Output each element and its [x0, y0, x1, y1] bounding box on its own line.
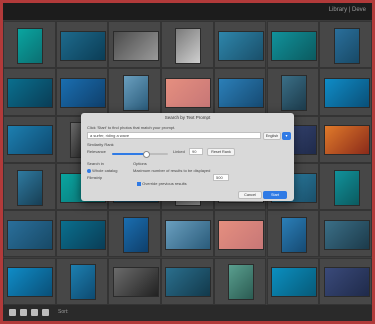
- grid-cell[interactable]: [3, 210, 56, 258]
- grid-cell[interactable]: [319, 68, 372, 116]
- rank-value: 90: [192, 149, 197, 154]
- photo-thumbnail[interactable]: [229, 265, 254, 300]
- photo-thumbnail[interactable]: [271, 268, 316, 297]
- linked-label: Linked: [173, 149, 185, 154]
- similarity-label: Similarity Rank: [87, 142, 114, 147]
- top-bar: Library | Deve: [3, 3, 372, 20]
- photo-thumbnail[interactable]: [166, 268, 211, 297]
- grid-cell[interactable]: [108, 257, 162, 305]
- grid-cell[interactable]: [55, 68, 109, 116]
- search-in-label: Search in: [87, 161, 104, 166]
- grid-cell[interactable]: [161, 257, 214, 305]
- photo-thumbnail[interactable]: [281, 217, 306, 252]
- max-results-value: 500: [216, 175, 223, 180]
- grid-cell[interactable]: [161, 210, 214, 258]
- grid-cell[interactable]: [213, 257, 267, 305]
- grid-cell[interactable]: [213, 210, 267, 258]
- grid-cell[interactable]: [3, 68, 56, 116]
- grid-view-icon[interactable]: [9, 309, 16, 316]
- grid-cell[interactable]: [319, 162, 372, 211]
- photo-thumbnail[interactable]: [324, 220, 369, 249]
- options-label: Options: [133, 161, 147, 166]
- reset-rank-button[interactable]: Reset Rank: [207, 148, 235, 156]
- filmstrip-radio[interactable]: Filmstrip: [87, 175, 102, 180]
- photo-thumbnail[interactable]: [8, 126, 53, 155]
- photo-thumbnail[interactable]: [334, 28, 359, 63]
- relevance-slider[interactable]: [112, 151, 168, 158]
- photo-thumbnail[interactable]: [176, 28, 201, 63]
- sort-label[interactable]: Sort:: [58, 309, 69, 315]
- photo-thumbnail[interactable]: [18, 28, 43, 63]
- photo-thumbnail[interactable]: [8, 220, 53, 249]
- grid-cell[interactable]: [55, 257, 109, 305]
- grid-cell[interactable]: [55, 210, 109, 258]
- photo-thumbnail[interactable]: [61, 220, 106, 249]
- photo-thumbnail[interactable]: [18, 170, 43, 205]
- photo-thumbnail[interactable]: [324, 78, 369, 107]
- photo-thumbnail[interactable]: [219, 31, 264, 60]
- language-select[interactable]: English: [263, 132, 281, 140]
- instruction-text: Click 'Start' to find photos that match …: [87, 125, 176, 130]
- max-results-input[interactable]: 500: [213, 174, 229, 181]
- grid-cell[interactable]: [266, 68, 320, 116]
- photo-thumbnail[interactable]: [166, 220, 211, 249]
- photo-thumbnail[interactable]: [8, 78, 53, 107]
- rank-input[interactable]: 90: [189, 148, 203, 155]
- override-checkbox[interactable]: Override previous results: [137, 181, 187, 186]
- grid-cell[interactable]: [161, 21, 214, 69]
- prompt-input[interactable]: a surfer, riding a wave: [87, 132, 261, 139]
- photo-thumbnail[interactable]: [324, 126, 369, 155]
- photo-thumbnail[interactable]: [123, 217, 148, 252]
- grid-cell[interactable]: [55, 21, 109, 69]
- photo-thumbnail[interactable]: [8, 268, 53, 297]
- photo-thumbnail[interactable]: [123, 75, 148, 110]
- whole-catalog-radio[interactable]: Whole catalog: [87, 168, 117, 173]
- compare-view-icon[interactable]: [31, 309, 38, 316]
- grid-cell[interactable]: [3, 162, 56, 211]
- start-button[interactable]: Start: [263, 191, 287, 199]
- photo-thumbnail[interactable]: [334, 170, 359, 205]
- bottom-toolbar: Sort:: [3, 305, 372, 321]
- language-dropdown-icon[interactable]: ▾: [282, 132, 291, 140]
- photo-thumbnail[interactable]: [281, 75, 306, 110]
- grid-cell[interactable]: [319, 115, 372, 163]
- grid-cell[interactable]: [108, 21, 162, 69]
- photo-thumbnail[interactable]: [324, 268, 369, 297]
- dialog-title: Search by Text Prompt: [164, 115, 211, 120]
- prompt-value: a surfer, riding a wave: [90, 133, 130, 138]
- relevance-label: Relevance: [87, 149, 106, 154]
- grid-cell[interactable]: [266, 21, 320, 69]
- loupe-view-icon[interactable]: [20, 309, 27, 316]
- photo-thumbnail[interactable]: [113, 268, 158, 297]
- module-label[interactable]: Library | Deve: [329, 7, 366, 13]
- photo-thumbnail[interactable]: [271, 31, 316, 60]
- grid-cell[interactable]: [319, 257, 372, 305]
- cancel-button[interactable]: Cancel: [238, 191, 262, 199]
- grid-cell[interactable]: [3, 21, 56, 69]
- grid-cell[interactable]: [266, 257, 320, 305]
- photo-thumbnail[interactable]: [61, 78, 106, 107]
- photo-thumbnail[interactable]: [219, 78, 264, 107]
- grid-cell[interactable]: [213, 68, 267, 116]
- slider-fill: [112, 153, 146, 155]
- grid-cell[interactable]: [319, 21, 372, 69]
- grid-cell[interactable]: [3, 257, 56, 305]
- grid-cell[interactable]: [108, 68, 162, 116]
- grid-cell[interactable]: [3, 115, 56, 163]
- grid-cell[interactable]: [266, 210, 320, 258]
- photo-thumbnail[interactable]: [113, 31, 158, 60]
- photo-thumbnail[interactable]: [219, 220, 264, 249]
- grid-cell[interactable]: [161, 68, 214, 116]
- search-dialog: Search by Text Prompt Click 'Start' to f…: [81, 113, 294, 201]
- grid-cell[interactable]: [108, 210, 162, 258]
- photo-thumbnail[interactable]: [166, 78, 211, 107]
- survey-view-icon[interactable]: [42, 309, 49, 316]
- photo-thumbnail[interactable]: [61, 31, 106, 60]
- slider-knob[interactable]: [143, 151, 151, 158]
- options-note: Maximum number of results to be displaye…: [133, 168, 211, 173]
- grid-cell[interactable]: [319, 210, 372, 258]
- photo-thumbnail[interactable]: [71, 265, 96, 300]
- grid-cell[interactable]: [213, 21, 267, 69]
